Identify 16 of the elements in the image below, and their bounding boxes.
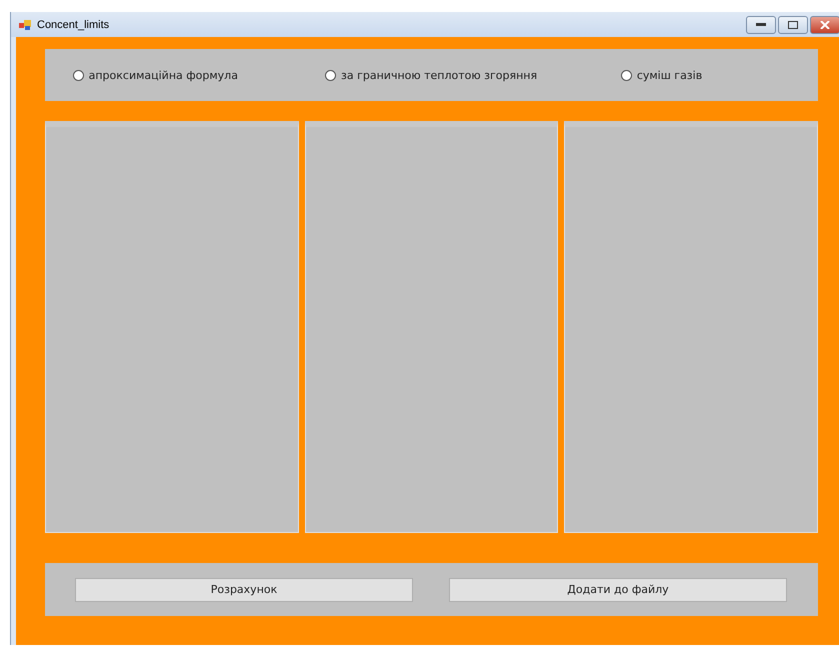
minimize-icon (756, 22, 766, 26)
window-title: Concent_limits (37, 18, 110, 30)
maximize-button[interactable] (778, 16, 808, 34)
close-button[interactable] (810, 16, 839, 34)
radio-button[interactable] (620, 70, 632, 80)
action-button[interactable]: Додати до файлу (449, 578, 787, 602)
close-icon (820, 20, 830, 28)
radio-option[interactable]: за граничною теплотою згоряння (325, 68, 621, 82)
radio-option[interactable]: апроксимаційна формула (72, 68, 326, 82)
radio-option[interactable]: суміш газів (620, 68, 818, 82)
minimize-button[interactable] (746, 16, 776, 34)
radio-button[interactable] (325, 70, 336, 80)
action-button[interactable]: Розрахунок (75, 578, 413, 602)
maximize-icon (788, 20, 798, 28)
app-icon (19, 20, 31, 30)
radio-button[interactable] (72, 70, 84, 80)
